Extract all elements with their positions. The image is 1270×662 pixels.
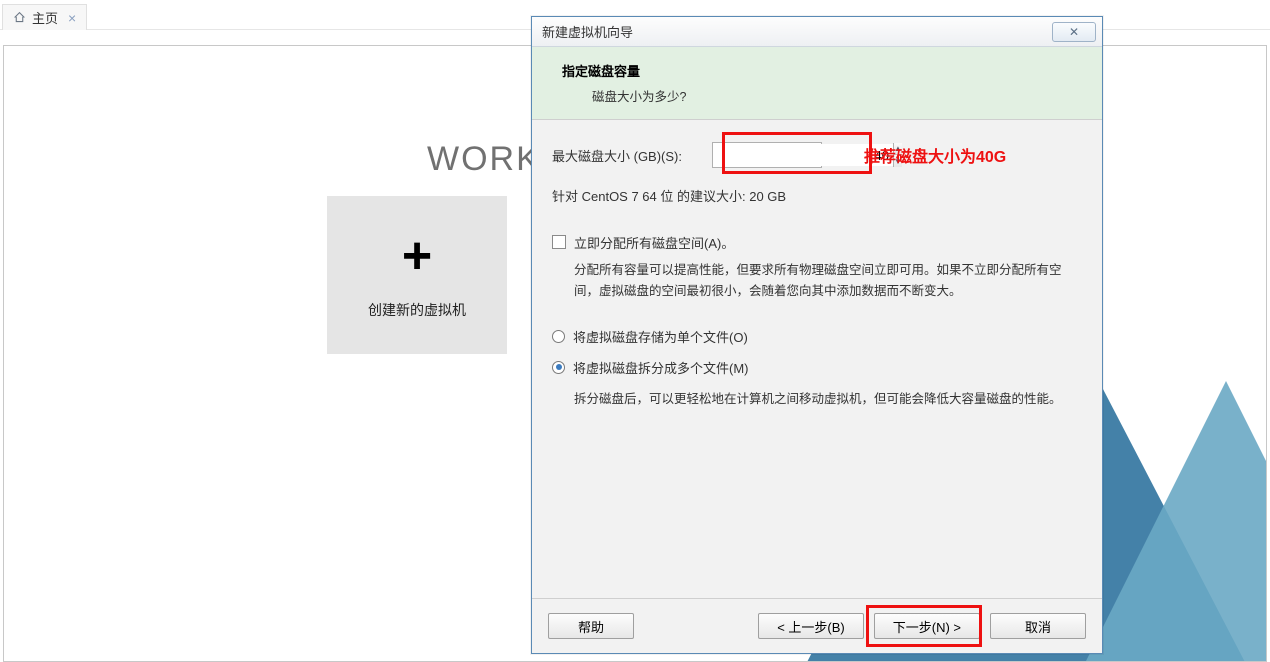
back-button[interactable]: < 上一步(B) [758,613,864,639]
annotation-text: 推荐磁盘大小为40G [864,143,1006,167]
cancel-button[interactable]: 取消 [990,613,1086,639]
disk-size-label: 最大磁盘大小 (GB)(S): [552,146,702,165]
allocate-now-row[interactable]: 立即分配所有磁盘空间(A)。 [552,233,1082,252]
disk-size-row: 最大磁盘大小 (GB)(S): ▲ ▼ 推荐磁盘大小为40G [552,142,1082,168]
home-icon [13,11,26,24]
create-vm-tile[interactable]: + 创建新的虚拟机 [327,196,507,354]
dialog-content: 最大磁盘大小 (GB)(S): ▲ ▼ 推荐磁盘大小为40G 针对 CentOS… [532,120,1102,598]
dialog-title: 新建虚拟机向导 [542,22,1052,41]
radio-split-files-button[interactable] [552,361,565,374]
radio-split-files-label: 将虚拟磁盘拆分成多个文件(M) [573,358,749,377]
allocate-desc: 分配所有容量可以提高性能，但要求所有物理磁盘空间立即可用。如果不立即分配所有空间… [574,260,1082,303]
header-subtitle: 磁盘大小为多少? [592,86,1082,105]
radio-split-files[interactable]: 将虚拟磁盘拆分成多个文件(M) [552,358,1082,377]
workstation-title: WORK [427,140,541,179]
plus-icon: + [402,230,432,282]
wizard-dialog: 新建虚拟机向导 ✕ 指定磁盘容量 磁盘大小为多少? 最大磁盘大小 (GB)(S)… [531,16,1103,654]
disk-size-input-wrap: ▲ ▼ [712,142,822,168]
header-title: 指定磁盘容量 [562,61,1082,80]
suggested-size-text: 针对 CentOS 7 64 位 的建议大小: 20 GB [552,186,1082,205]
create-vm-label: 创建新的虚拟机 [368,300,466,320]
dialog-close-button[interactable]: ✕ [1052,22,1096,42]
titlebar: 新建虚拟机向导 ✕ [532,17,1102,47]
tab-label: 主页 [32,8,58,27]
split-desc: 拆分磁盘后，可以更轻松地在计算机之间移动虚拟机，但可能会降低大容量磁盘的性能。 [574,389,1082,410]
button-bar: 帮助 < 上一步(B) 下一步(N) > 取消 [532,598,1102,653]
help-button[interactable]: 帮助 [548,613,634,639]
close-icon[interactable]: × [68,10,76,26]
radio-selected-dot-icon [556,364,562,370]
allocate-now-label: 立即分配所有磁盘空间(A)。 [574,233,734,252]
radio-single-file-button[interactable] [552,330,565,343]
allocate-now-checkbox[interactable] [552,235,566,249]
radio-single-file-label: 将虚拟磁盘存储为单个文件(O) [573,327,748,346]
close-x-icon: ✕ [1069,25,1079,39]
radio-single-file[interactable]: 将虚拟磁盘存储为单个文件(O) [552,327,1082,346]
next-button[interactable]: 下一步(N) > [874,613,980,639]
header-panel: 指定磁盘容量 磁盘大小为多少? [532,47,1102,120]
tab-home[interactable]: 主页 × [2,4,87,30]
